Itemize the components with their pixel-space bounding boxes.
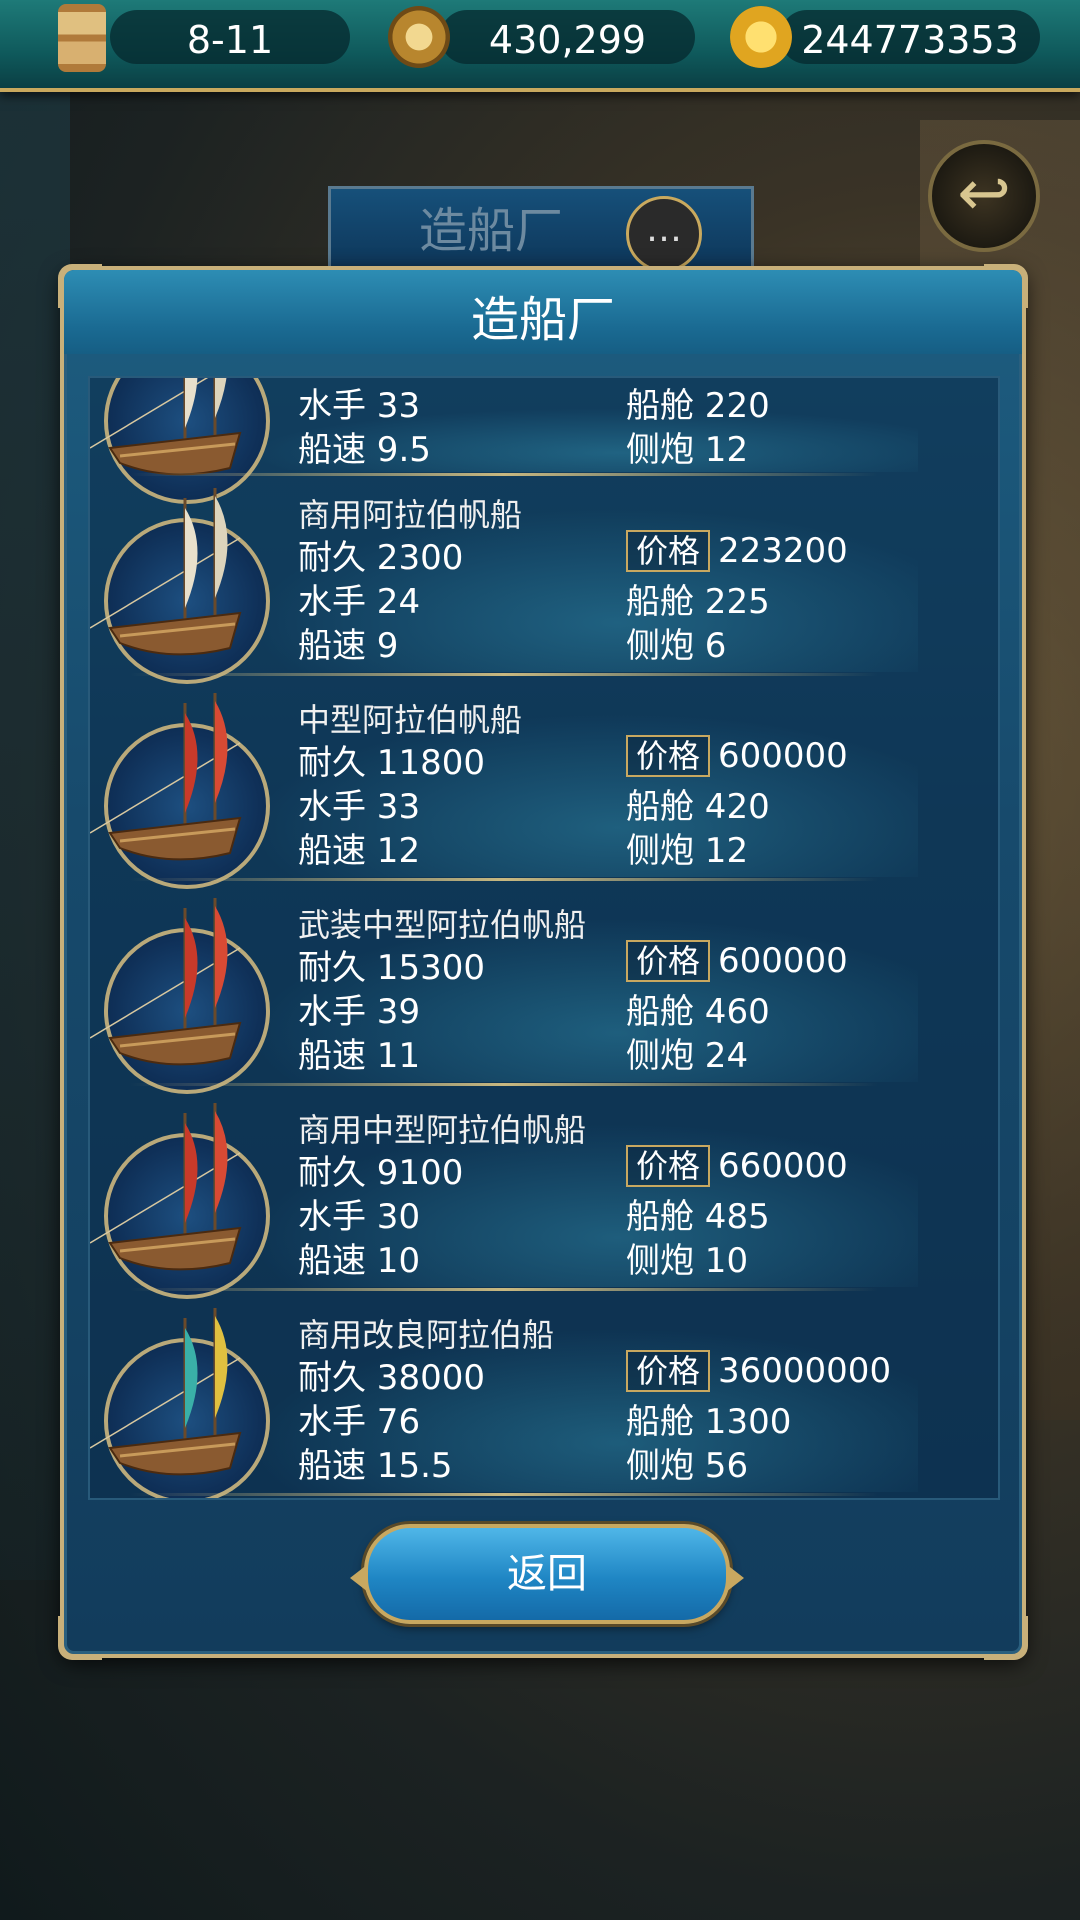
- dialog-title: 造船厂: [470, 292, 615, 348]
- row-divider: [130, 673, 878, 676]
- ship-speed: 船速 11: [298, 1036, 421, 1076]
- ship-price: 价格 223200: [626, 530, 848, 572]
- ship-durability: 耐久 9100: [298, 1153, 464, 1193]
- ship-list[interactable]: 水手 33 船速 9.5 船舱 220 侧炮 12 商用阿拉伯帆船 耐久 230…: [88, 376, 1000, 1500]
- ship-durability: 耐久 2300: [298, 538, 464, 578]
- ship-speed: 船速 10: [298, 1241, 421, 1281]
- sailing-ship-icon: [90, 488, 242, 656]
- button-ornament: [350, 1564, 368, 1592]
- ship-crew: 水手 30: [298, 1197, 421, 1237]
- frame-corner: [984, 264, 1028, 308]
- ship-cabin: 船舱 220: [626, 386, 770, 426]
- sailing-ship-icon: [90, 693, 242, 861]
- ship-price: 价格 600000: [626, 940, 848, 982]
- ship-cabin: 船舱 225: [626, 582, 770, 622]
- ship-speed: 船速 9: [298, 626, 399, 666]
- ship-cabin: 船舱 420: [626, 787, 770, 827]
- ship-cannons: 侧炮 12: [626, 831, 749, 871]
- ship-cannons: 侧炮 56: [626, 1446, 749, 1486]
- price-value: 600000: [718, 736, 848, 776]
- ship-cabin: 船舱 1300: [626, 1402, 792, 1442]
- resource-bar: 8-11 430,299 244773353: [0, 0, 1080, 92]
- price-value: 223200: [718, 531, 848, 571]
- date-display: 8-11: [110, 10, 350, 64]
- ship-durability: 耐久 15300: [298, 948, 485, 988]
- ship-price: 价格 660000: [626, 1145, 848, 1187]
- return-button-label: 返回: [507, 1551, 587, 1597]
- frame-corner: [58, 1616, 102, 1660]
- frame-corner: [58, 264, 102, 308]
- ship-crew: 水手 33: [298, 787, 421, 827]
- ship-list-item[interactable]: 水手 33 船速 9.5 船舱 220 侧炮 12: [90, 378, 998, 504]
- fame-display: 430,299: [440, 10, 695, 64]
- price-label: 价格: [626, 940, 711, 982]
- sailing-ship-icon: [90, 1103, 242, 1271]
- ship-crew: 水手 33: [298, 386, 421, 426]
- row-divider: [130, 1083, 878, 1086]
- return-button[interactable]: 返回: [350, 1524, 744, 1624]
- ship-speed: 船速 12: [298, 831, 421, 871]
- chat-icon[interactable]: …: [626, 196, 702, 272]
- sailing-ship-icon: [90, 898, 242, 1066]
- fame-value: 430,299: [488, 18, 647, 62]
- row-divider: [130, 473, 878, 476]
- frame-corner: [984, 1616, 1028, 1660]
- price-label: 价格: [626, 1145, 711, 1187]
- price-value: 660000: [718, 1146, 848, 1186]
- ship-price: 价格 36000000: [626, 1350, 891, 1392]
- ship-crew: 水手 39: [298, 992, 421, 1032]
- button-ornament: [726, 1564, 744, 1592]
- row-divider: [130, 1493, 878, 1496]
- dialog-header: 造船厂: [64, 270, 1022, 354]
- ship-list-item[interactable]: 中型阿拉伯帆船 耐久 11800 水手 33 船速 12 价格 600000 船舱…: [90, 683, 998, 889]
- gold-coin-icon: [730, 6, 792, 68]
- back-arrow-icon[interactable]: ↩: [928, 140, 1040, 252]
- ship-list-item[interactable]: 商用中型阿拉伯帆船 耐久 9100 水手 30 船速 10 价格 660000 船…: [90, 1093, 998, 1299]
- row-divider: [130, 1288, 878, 1291]
- ship-crew: 水手 76: [298, 1402, 421, 1442]
- price-label: 价格: [626, 735, 711, 777]
- hourglass-icon: [58, 4, 106, 72]
- ship-cannons: 侧炮 24: [626, 1036, 749, 1076]
- ship-cabin: 船舱 460: [626, 992, 770, 1032]
- price-label: 价格: [626, 530, 711, 572]
- ship-durability: 耐久 38000: [298, 1358, 485, 1398]
- ship-cannons: 侧炮 10: [626, 1241, 749, 1281]
- ship-cannons: 侧炮 6: [626, 626, 727, 666]
- gold-display: 244773353: [780, 10, 1040, 64]
- ship-list-item[interactable]: 商用改良阿拉伯船 耐久 38000 水手 76 船速 15.5 价格 360000…: [90, 1298, 998, 1498]
- shipyard-dialog: 造船厂 水手 33 船速 9.5 船舱 220 侧炮 12 商用阿拉伯帆船 耐久…: [58, 264, 1028, 1660]
- compass-icon: [388, 6, 450, 68]
- price-label: 价格: [626, 1350, 711, 1392]
- background-title: 造船厂: [418, 203, 563, 259]
- ship-speed: 船速 9.5: [298, 430, 431, 470]
- date-value: 8-11: [186, 18, 274, 62]
- gold-value: 244773353: [801, 18, 1019, 62]
- ship-durability: 耐久 11800: [298, 743, 485, 783]
- ship-crew: 水手 24: [298, 582, 421, 622]
- ship-list-item[interactable]: 商用阿拉伯帆船 耐久 2300 水手 24 船速 9 价格 223200 船舱 2…: [90, 478, 998, 684]
- ship-list-item[interactable]: 武装中型阿拉伯帆船 耐久 15300 水手 39 船速 11 价格 600000 …: [90, 888, 998, 1094]
- ship-cannons: 侧炮 12: [626, 430, 749, 470]
- ship-price: 价格 600000: [626, 735, 848, 777]
- row-divider: [130, 878, 878, 881]
- ship-speed: 船速 15.5: [298, 1446, 453, 1486]
- sailing-ship-icon: [90, 1308, 242, 1476]
- price-value: 600000: [718, 941, 848, 981]
- price-value: 36000000: [718, 1351, 892, 1391]
- ship-cabin: 船舱 485: [626, 1197, 770, 1237]
